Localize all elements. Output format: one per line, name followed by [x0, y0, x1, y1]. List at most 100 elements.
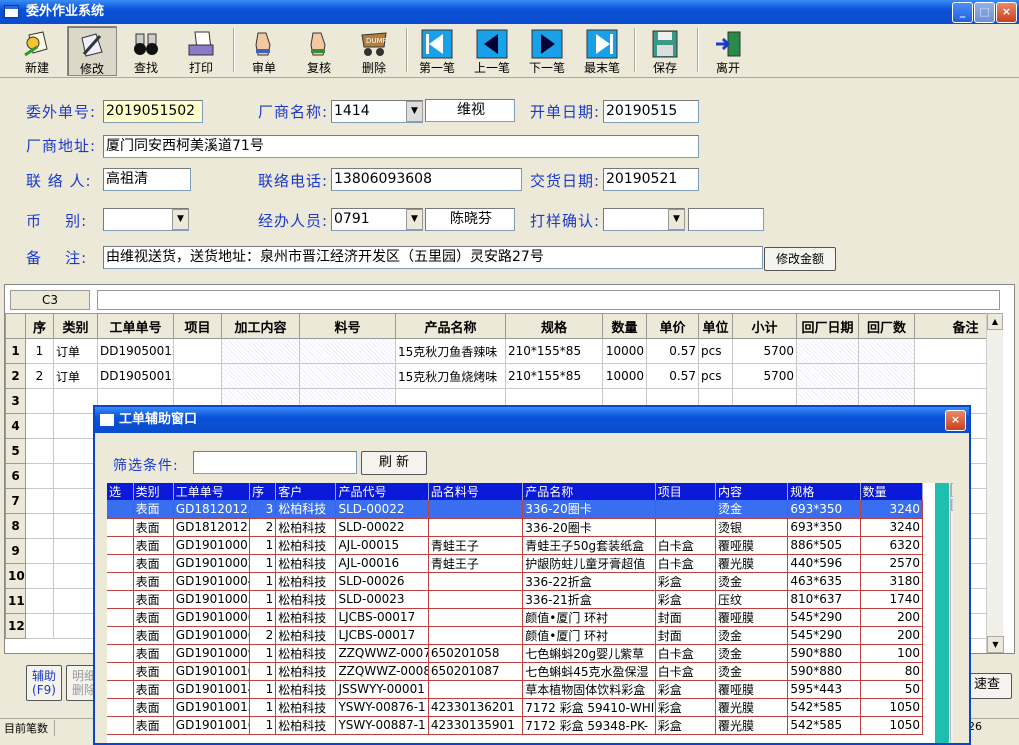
grid-cell[interactable] [858, 338, 915, 364]
list-row[interactable]: 表面 GD19010016 1 松柏科技 YSWY-00887-1 42330135901… [107, 716, 924, 735]
open-date-field[interactable]: 20190515 [603, 100, 699, 123]
list-row[interactable]: 表面 GD19010006 2 松柏科技 LJCBS-00017 颜值•厦门 环衬 封面 烫金… [107, 626, 924, 645]
grid-cell[interactable] [221, 338, 300, 364]
grid-cell[interactable]: DD19050012 [97, 338, 174, 364]
list-header-cell[interactable]: 数量 [860, 483, 924, 500]
grid-cell[interactable] [53, 563, 98, 589]
grid-cell[interactable] [53, 463, 98, 489]
grid-cell[interactable] [221, 363, 300, 389]
list-row[interactable]: 表面GD190100091松柏科技ZZQWWZ-00074650201058七色… [107, 644, 924, 663]
work-order-list[interactable]: 选类别 工单单号序客户 产品代号 品名料号 产品名称 项目 内容 规格 数量 表面 GD181201… [107, 483, 953, 743]
list-scrollbar[interactable]: ▲ [950, 483, 953, 743]
list-header-cell[interactable]: 品名料号 [428, 483, 524, 500]
grid-header-cell[interactable]: 备注 [914, 313, 986, 339]
grid-row[interactable]: 1 1 订单 DD19050012 15克秋刀鱼香辣味 210*155*85 10000 0.… [5, 338, 986, 364]
edit-button[interactable]: 修改 [67, 26, 117, 76]
grid-cell[interactable] [53, 488, 98, 514]
dialog-close-button[interactable]: × [945, 410, 966, 431]
list-header-cell[interactable]: 规格 [787, 483, 861, 500]
grid-cell[interactable] [914, 338, 986, 364]
save-button[interactable]: 保存 [640, 26, 690, 76]
grid-cell[interactable] [796, 363, 859, 389]
grid-cell[interactable] [796, 338, 859, 364]
grid-header-cell[interactable]: 序 [25, 313, 54, 339]
grid-cell[interactable] [53, 513, 98, 539]
list-row[interactable]: 表面 GD19010005 1 松柏科技 SLD-00023 336-21折盒 彩盒 压纹 81… [107, 590, 924, 609]
print-button[interactable]: 打印 [176, 26, 226, 76]
handler-dropdown[interactable]: ▼ [406, 209, 423, 230]
grid-cell[interactable]: 0.57 [646, 338, 699, 364]
grid-header-cell[interactable]: 回厂日期 [796, 313, 859, 339]
grid-cell[interactable] [858, 363, 915, 389]
maximize-button[interactable]: □ [974, 2, 995, 23]
list-header-cell[interactable]: 序 [249, 483, 277, 500]
grid-cell[interactable]: 210*155*85 [505, 338, 603, 364]
list-header-cell[interactable]: 工单单号 [173, 483, 251, 500]
list-header-cell[interactable]: 内容 [715, 483, 789, 500]
grid-header-cell[interactable]: 数量 [602, 313, 647, 339]
grid-header-cell[interactable]: 规格 [505, 313, 603, 339]
grid-header-cell[interactable]: 加工内容 [221, 313, 300, 339]
grid-cell[interactable] [299, 338, 396, 364]
grid-header-cell[interactable]: 小计 [732, 313, 797, 339]
grid-cell[interactable]: 2 [25, 363, 54, 389]
list-row[interactable]: 表面 GD19010001 1 松柏科技 AJL-00015 青蛙王子 青蛙王子50g套装纸… [107, 536, 924, 555]
find-button[interactable]: 查找 [121, 26, 171, 76]
filter-input[interactable] [193, 451, 357, 474]
grid-header-cell[interactable]: 单价 [646, 313, 699, 339]
sample-dropdown[interactable]: ▼ [668, 209, 685, 230]
grid-cell[interactable] [25, 488, 54, 514]
grid-cell[interactable]: 0.57 [646, 363, 699, 389]
delivery-date-field[interactable]: 20190521 [603, 168, 699, 191]
list-row[interactable]: 表面 GD19010002 1 松柏科技 AJL-00016 青蛙王子 护龈防蛀儿童牙膏超值… [107, 554, 924, 573]
edit-amount-button[interactable]: 修改金额 [764, 247, 836, 271]
grid-cell[interactable]: 210*155*85 [505, 363, 603, 389]
grid-cell[interactable]: 5700 [732, 338, 797, 364]
grid-header-cell[interactable]: 单位 [698, 313, 733, 339]
vendor-dropdown[interactable]: ▼ [406, 101, 423, 122]
grid-cell[interactable]: 1 [25, 338, 54, 364]
delete-button[interactable]: DUMP 删除 [349, 26, 399, 76]
cell-edit-box[interactable] [97, 290, 1000, 310]
grid-header-cell[interactable]: 工单单号 [97, 313, 174, 339]
approve-button[interactable]: 审单 [239, 26, 289, 76]
order-no-field[interactable]: 2019051502 [103, 100, 203, 123]
grid-header-cell[interactable]: 项目 [173, 313, 222, 339]
grid-cell[interactable] [25, 388, 54, 414]
remark-field[interactable]: 由维视送货，送货地址：泉州市晋江经济开发区（五里园）灵安路27号 [103, 246, 763, 269]
last-record-button[interactable]: 最末笔 [577, 26, 627, 76]
exit-button[interactable]: 离开 [703, 26, 753, 76]
grid-cell[interactable] [53, 588, 98, 614]
grid-cell[interactable]: 订单 [53, 338, 98, 364]
grid-cell[interactable] [25, 463, 54, 489]
list-header-cell[interactable]: 类别 [133, 483, 174, 500]
currency-dropdown[interactable]: ▼ [172, 209, 189, 230]
refresh-button[interactable]: 刷 新 [361, 451, 427, 475]
grid-cell[interactable]: pcs [698, 363, 733, 389]
grid-cell[interactable] [53, 388, 98, 414]
address-field[interactable]: 厦门同安西柯美溪道71号 [103, 135, 699, 158]
first-record-button[interactable]: 第一笔 [412, 26, 462, 76]
grid-cell[interactable]: 15克秋刀鱼香辣味 [395, 338, 506, 364]
grid-cell[interactable] [53, 613, 98, 639]
list-header-cell[interactable]: 产品名称 [522, 483, 656, 500]
list-row[interactable]: 表面 GD19010015 1 松柏科技 YSWY-00876-1 42330136201… [107, 698, 924, 717]
grid-cell[interactable] [173, 363, 222, 389]
grid-cell[interactable] [53, 413, 98, 439]
close-button[interactable]: × [996, 2, 1017, 23]
assist-button[interactable]: 辅助 (F9) [26, 665, 62, 701]
grid-cell[interactable] [25, 538, 54, 564]
grid-cell[interactable]: 订单 [53, 363, 98, 389]
grid-cell[interactable]: 15克秋刀鱼烧烤味 [395, 363, 506, 389]
grid-cell[interactable] [53, 438, 98, 464]
list-header-cell[interactable]: 产品代号 [335, 483, 429, 500]
grid-cell[interactable] [914, 363, 986, 389]
grid-header-cell[interactable]: 料号 [299, 313, 396, 339]
list-row[interactable]: 表面 GD19010006 1 松柏科技 LJCBS-00017 颜值•厦门 环衬 封面 覆哑… [107, 608, 924, 627]
next-record-button[interactable]: 下一笔 [522, 26, 572, 76]
grid-cell[interactable] [299, 363, 396, 389]
list-row[interactable]: 表面 GD18120125 3 松柏科技 SLD-00022 336-20圈卡 烫金 693*… [107, 500, 924, 519]
grid-cell[interactable] [173, 338, 222, 364]
grid-cell[interactable] [25, 513, 54, 539]
grid-row[interactable]: 2 2 订单 DD19050012 15克秋刀鱼烧烤味 210*155*85 10000 0.… [5, 363, 986, 389]
